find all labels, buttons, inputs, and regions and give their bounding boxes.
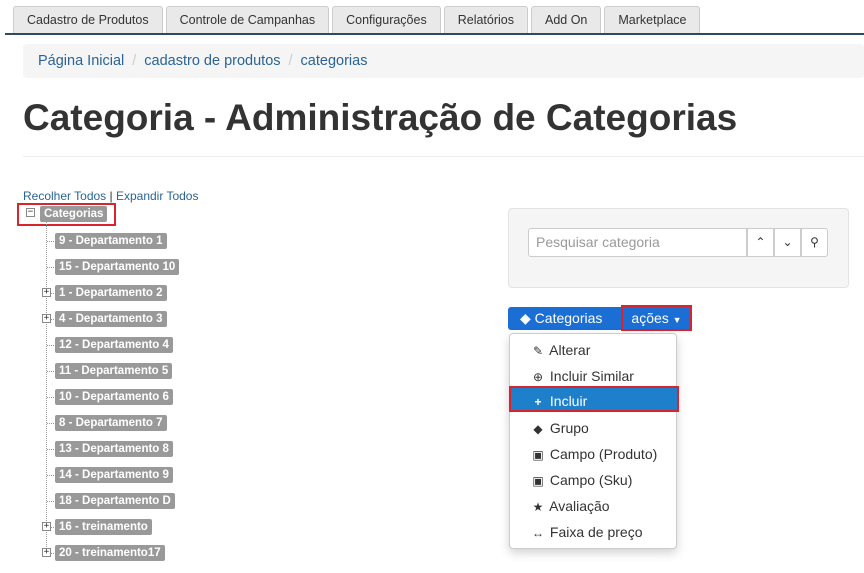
- tree-controls: Recolher Todos | Expandir Todos: [23, 189, 198, 203]
- tag-icon: ◆: [520, 310, 531, 326]
- search-input[interactable]: Pesquisar categoria: [528, 228, 747, 257]
- previous-result-button[interactable]: ⌃: [747, 228, 774, 257]
- tab-configuracoes[interactable]: Configurações: [332, 6, 441, 33]
- tree-node[interactable]: 20 - treinamento17: [55, 545, 165, 561]
- breadcrumb-home-link[interactable]: Página Inicial: [38, 53, 124, 69]
- breadcrumb-categorias-link[interactable]: categorias: [301, 53, 368, 69]
- categories-button[interactable]: ◆ Categorias: [508, 307, 621, 330]
- search-button[interactable]: ⚲: [801, 228, 828, 257]
- title-divider: [23, 156, 864, 157]
- menu-item-label: Faixa de preço: [549, 524, 643, 540]
- tree-node[interactable]: 9 - Departamento 1: [55, 233, 167, 249]
- menu-item-grupo[interactable]: ◆ Grupo: [510, 415, 676, 441]
- tree-node[interactable]: 14 - Departamento 9: [55, 467, 173, 483]
- collapse-icon[interactable]: −: [26, 208, 35, 217]
- breadcrumb-cadastro-link[interactable]: cadastro de produtos: [144, 53, 280, 69]
- categories-button-label: Categorias: [534, 310, 603, 326]
- menu-item-alterar[interactable]: ✎ Alterar: [510, 337, 676, 363]
- menu-item-campo-produto[interactable]: ▣ Campo (Produto): [510, 441, 676, 467]
- chevron-up-icon: ⌃: [755, 235, 766, 249]
- tree-node[interactable]: 13 - Departamento 8: [55, 441, 173, 457]
- expand-icon[interactable]: +: [42, 288, 51, 297]
- caret-down-icon: ▼: [672, 315, 682, 325]
- chevron-down-icon: ⌄: [782, 235, 793, 249]
- collapse-all-link[interactable]: Recolher Todos: [23, 189, 106, 203]
- tree-node[interactable]: 8 - Departamento 7: [55, 415, 167, 431]
- tab-controle-campanhas[interactable]: Controle de Campanhas: [165, 6, 330, 33]
- gift-icon: ▣: [532, 448, 544, 462]
- menu-item-campo-sku[interactable]: ▣ Campo (Sku): [510, 467, 676, 493]
- tab-marketplace[interactable]: Marketplace: [604, 6, 701, 33]
- tree-node[interactable]: 12 - Departamento 4: [55, 337, 173, 353]
- tree-root-node[interactable]: Categorias: [40, 206, 108, 222]
- menu-item-label: Campo (Produto): [549, 446, 658, 462]
- expand-icon[interactable]: +: [42, 548, 51, 557]
- star-icon: ★: [532, 500, 544, 514]
- tags-icon: ◆: [533, 422, 543, 436]
- expand-all-link[interactable]: Expandir Todos: [116, 189, 199, 203]
- menu-item-avaliacao[interactable]: ★ Avaliação: [510, 493, 676, 519]
- plus-icon: +: [534, 395, 542, 409]
- expand-icon[interactable]: +: [42, 314, 51, 323]
- menu-item-label: Alterar: [549, 342, 591, 358]
- pencil-icon: ✎: [532, 344, 544, 358]
- menu-item-label: Incluir Similar: [549, 368, 634, 384]
- search-icon: ⚲: [810, 235, 819, 249]
- gift-icon: ▣: [532, 474, 544, 488]
- breadcrumb-separator: /: [132, 53, 137, 69]
- tree-node[interactable]: 11 - Departamento 5: [55, 363, 173, 379]
- breadcrumb-separator: /: [288, 53, 293, 69]
- actions-button-label: ações: [631, 310, 669, 326]
- tree-node[interactable]: 10 - Departamento 6: [55, 389, 173, 405]
- actions-menu: ✎ Alterar ⊕ Incluir Similar + Incluir ◆ …: [509, 333, 679, 549]
- menu-item-label: Avaliação: [549, 498, 610, 514]
- breadcrumb: Página Inicial / cadastro de produtos / cate…: [23, 44, 864, 78]
- tree-node[interactable]: 4 - Departamento 3: [55, 311, 167, 327]
- menu-item-label: Grupo: [549, 420, 589, 436]
- tab-divider: [5, 33, 864, 35]
- menu-item-incluir[interactable]: + Incluir: [509, 386, 679, 412]
- page-title: Categoria - Administração de Categorias: [23, 97, 738, 138]
- next-result-button[interactable]: ⌄: [774, 228, 801, 257]
- tree-connector: [46, 222, 47, 555]
- menu-item-label: Campo (Sku): [549, 472, 633, 488]
- menu-item-faixa-preco[interactable]: ↔ Faixa de preço: [510, 519, 676, 545]
- tab-cadastro-produtos[interactable]: Cadastro de Produtos: [13, 6, 163, 33]
- tree-links-separator: |: [109, 189, 113, 203]
- resize-horizontal-icon: ↔: [532, 526, 544, 540]
- tree-node[interactable]: 16 - treinamento: [55, 519, 152, 535]
- tree-node[interactable]: 18 - Departamento D: [55, 493, 175, 509]
- menu-item-label: Incluir: [549, 393, 588, 409]
- top-tabs: Cadastro de Produtos Controle de Campanh…: [13, 6, 701, 33]
- tree-node[interactable]: 1 - Departamento 2: [55, 285, 167, 301]
- actions-dropdown-button[interactable]: ações ▼: [621, 305, 692, 331]
- expand-icon[interactable]: +: [42, 522, 51, 531]
- tab-add-on[interactable]: Add On: [531, 6, 602, 33]
- tree-node[interactable]: 15 - Departamento 10: [55, 259, 180, 275]
- tab-relatorios[interactable]: Relatórios: [443, 6, 528, 33]
